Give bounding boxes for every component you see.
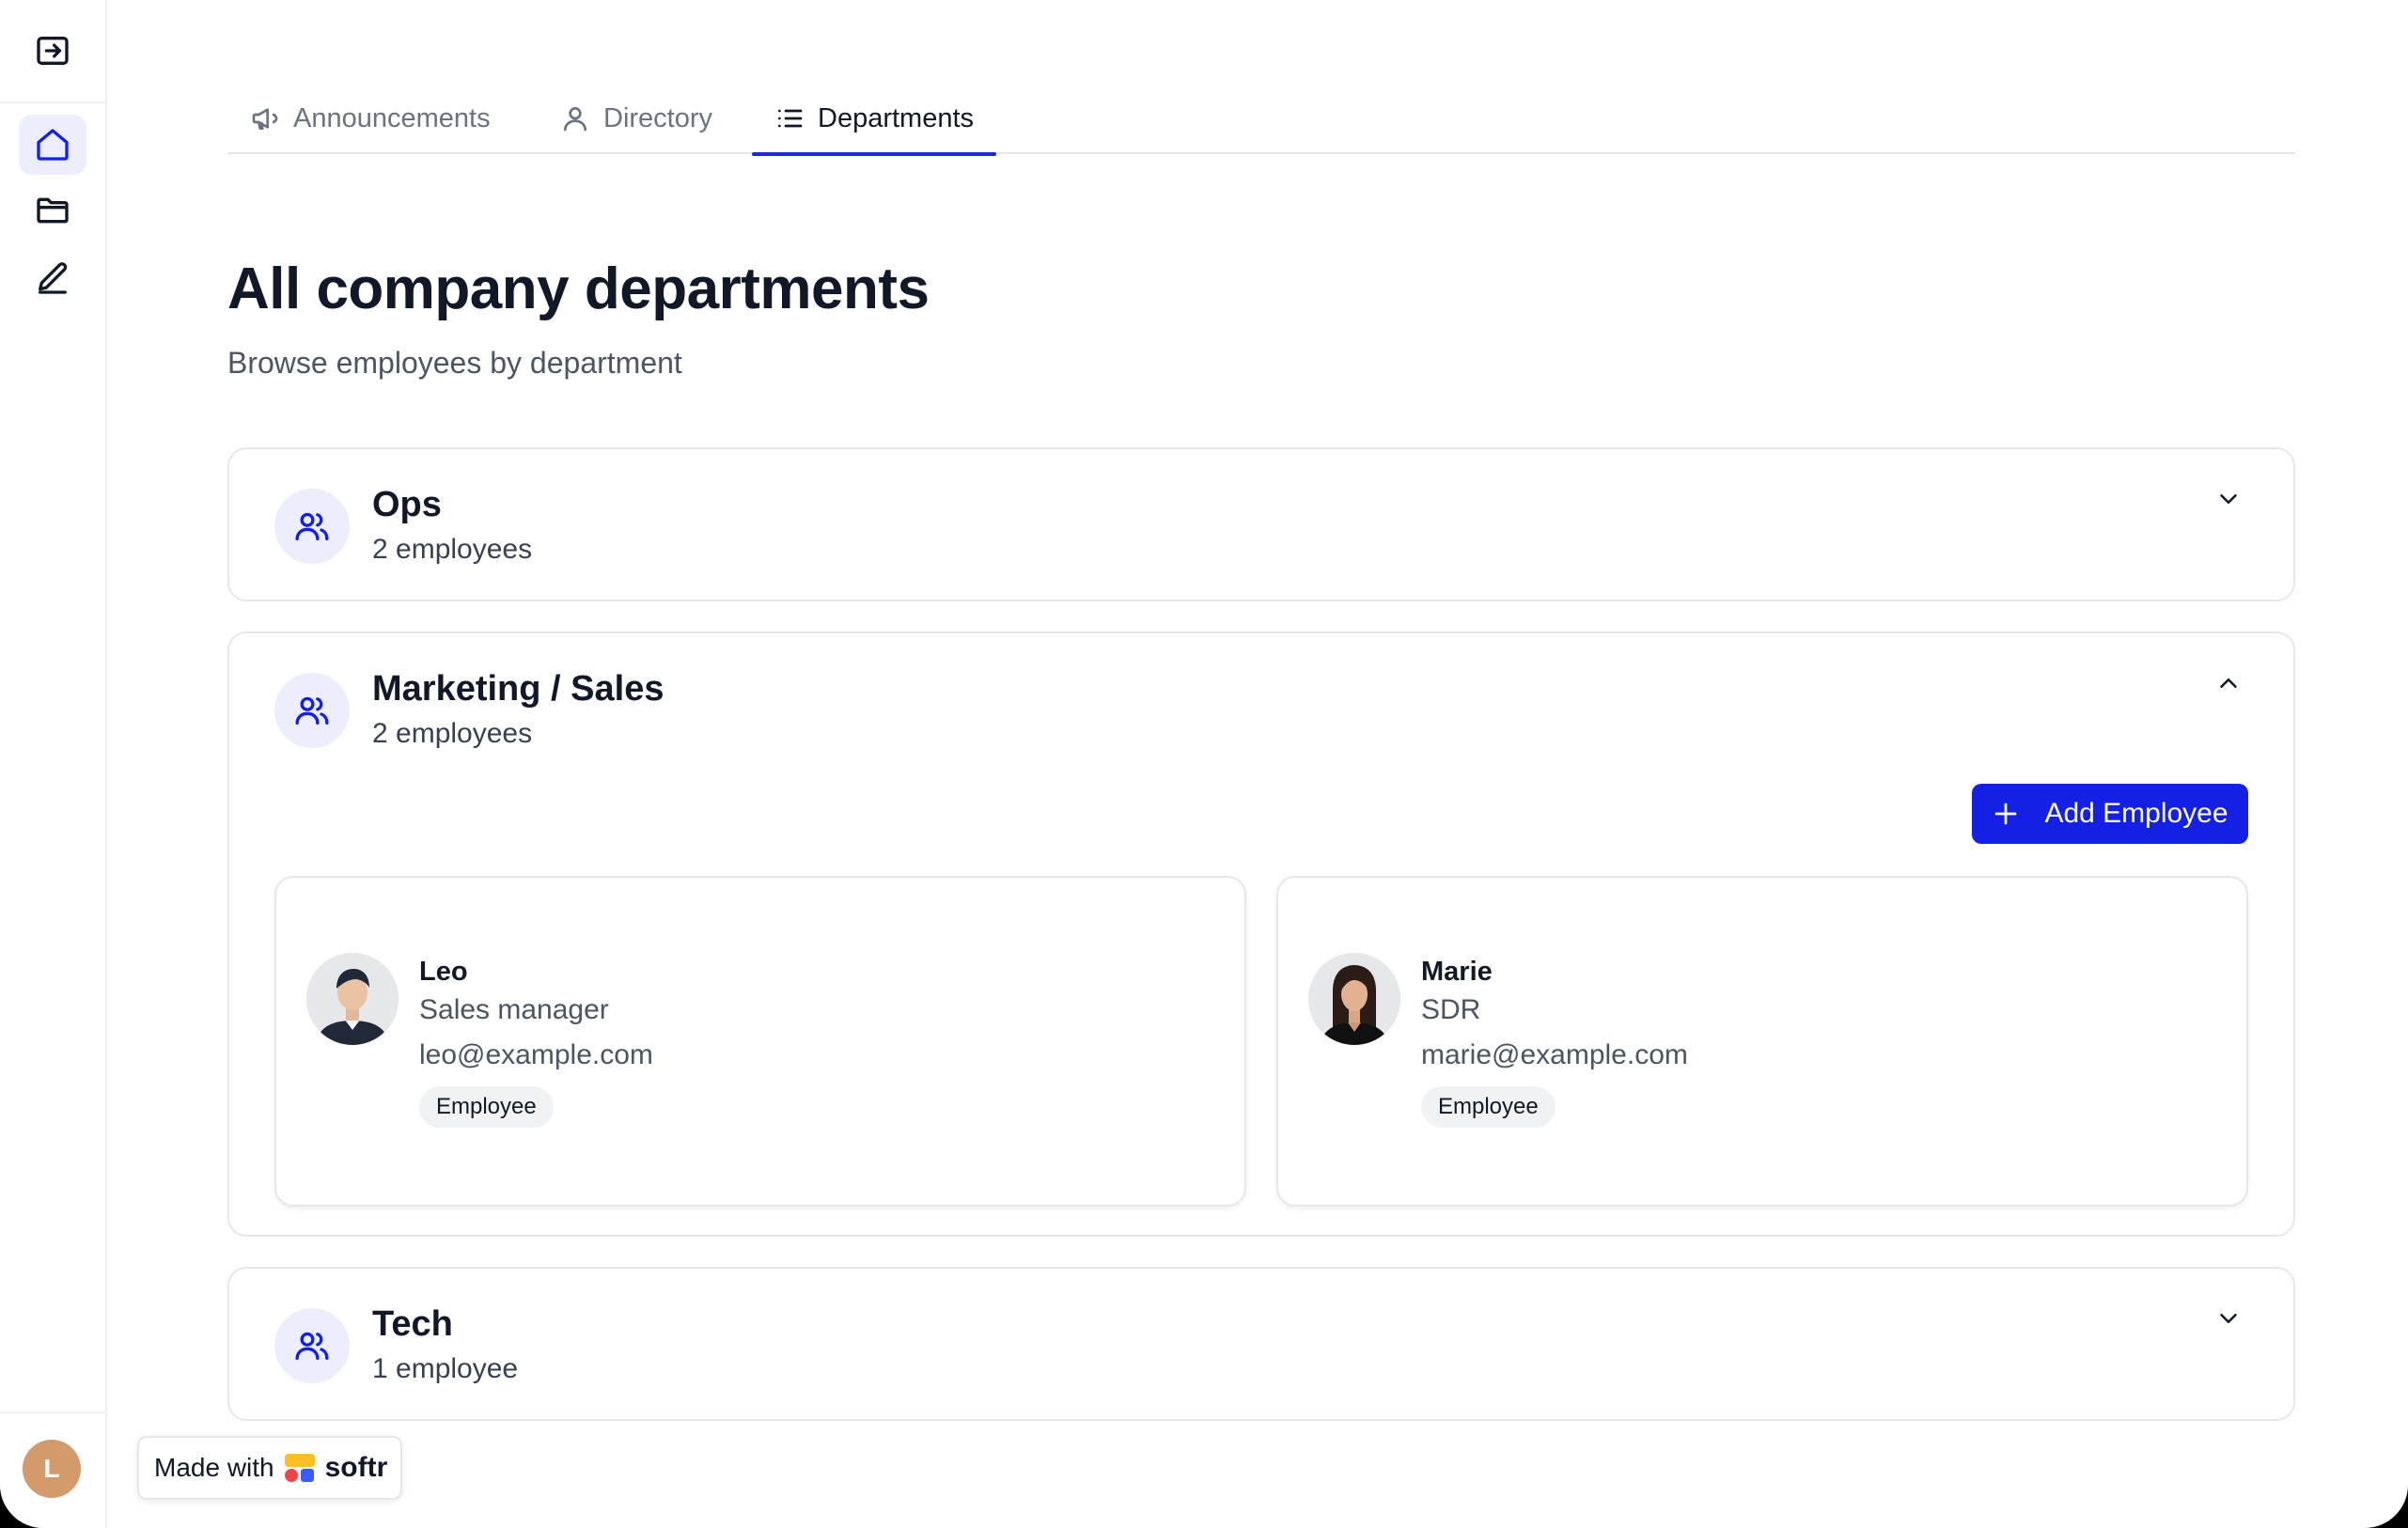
employee-name: Leo: [419, 957, 468, 987]
add-employee-label: Add Employee: [2044, 798, 2228, 829]
person-photo-icon: [306, 953, 399, 1045]
user-icon: [564, 107, 586, 132]
employee-email[interactable]: leo@example.com: [419, 1039, 653, 1071]
sidebar-footer: L: [0, 1411, 105, 1528]
chevron-down-icon: [2220, 494, 2237, 504]
tab-departments[interactable]: Departments: [752, 83, 997, 156]
employee-tag: Employee: [1421, 1086, 1556, 1128]
department-card-tech[interactable]: Tech 1 employee: [227, 1267, 2295, 1421]
page-title: All company departments: [227, 257, 930, 321]
collapse-toggle[interactable]: [2214, 669, 2243, 697]
tab-label: Announcements: [293, 102, 491, 133]
employee-photo: [1308, 953, 1400, 1045]
collapse-sidebar-button[interactable]: [19, 21, 86, 81]
employee-card[interactable]: Marie SDR marie@example.com Employee: [1276, 876, 2248, 1207]
plus-icon: [1995, 803, 2017, 825]
person-photo-icon: [1308, 953, 1400, 1045]
employee-role: Sales manager: [419, 994, 609, 1025]
employee-photo: [306, 953, 399, 1045]
department-card-ops[interactable]: Ops 2 employees: [227, 447, 2295, 601]
users-icon: [295, 1332, 329, 1360]
department-count: 2 employees: [372, 718, 533, 749]
employee-name: Marie: [1421, 957, 1493, 987]
expand-toggle[interactable]: [2214, 1304, 2243, 1333]
sidebar: L: [0, 0, 107, 1528]
expand-toggle[interactable]: [2214, 485, 2243, 513]
tab-bar: Announcements Directory Departments: [227, 83, 2295, 156]
department-count: 2 employees: [372, 534, 533, 565]
department-name: Marketing / Sales: [372, 669, 665, 709]
tab-directory[interactable]: Directory: [538, 83, 735, 154]
app-frame: L Announcements Directory Departments Al…: [0, 0, 2408, 1528]
made-with-softr-badge[interactable]: Made with softr: [137, 1436, 402, 1500]
add-employee-button[interactable]: Add Employee: [1972, 784, 2248, 844]
sidebar-item-folder[interactable]: [19, 180, 86, 241]
department-count: 1 employee: [372, 1353, 519, 1384]
megaphone-icon: [252, 108, 278, 130]
badge-prefix: Made with: [154, 1453, 274, 1482]
chevron-up-icon: [2220, 678, 2237, 688]
list-icon: [778, 109, 803, 128]
department-icon: [274, 489, 350, 564]
employee-role: SDR: [1421, 994, 1481, 1025]
sidebar-item-home[interactable]: [19, 115, 86, 175]
sidebar-item-pen[interactable]: [19, 248, 86, 308]
department-icon: [274, 673, 350, 748]
tab-label: Departments: [818, 102, 975, 133]
chevron-down-icon: [2220, 1314, 2237, 1323]
employee-card[interactable]: Leo Sales manager leo@example.com Employ…: [274, 876, 1246, 1207]
tab-label: Directory: [603, 102, 713, 133]
department-name: Tech: [372, 1304, 453, 1344]
folder-icon: [37, 197, 69, 224]
badge-brand: softr: [324, 1452, 388, 1483]
employee-email[interactable]: marie@example.com: [1421, 1039, 1688, 1071]
tab-announcements[interactable]: Announcements: [227, 83, 513, 154]
pen-icon: [39, 262, 68, 294]
department-card-marketing-sales: Marketing / Sales 2 employees Add Employ…: [227, 631, 2295, 1237]
avatar[interactable]: L: [23, 1440, 81, 1498]
department-name: Ops: [372, 485, 442, 524]
users-icon: [295, 696, 329, 725]
arrow-right-square-icon: [37, 37, 69, 65]
page-subtitle: Browse employees by department: [227, 346, 682, 380]
softr-logo-icon: [284, 1454, 315, 1482]
department-icon: [274, 1308, 350, 1383]
home-icon: [37, 129, 69, 161]
sidebar-header: [0, 0, 105, 103]
employee-tag: Employee: [419, 1086, 554, 1128]
users-icon: [295, 512, 329, 540]
